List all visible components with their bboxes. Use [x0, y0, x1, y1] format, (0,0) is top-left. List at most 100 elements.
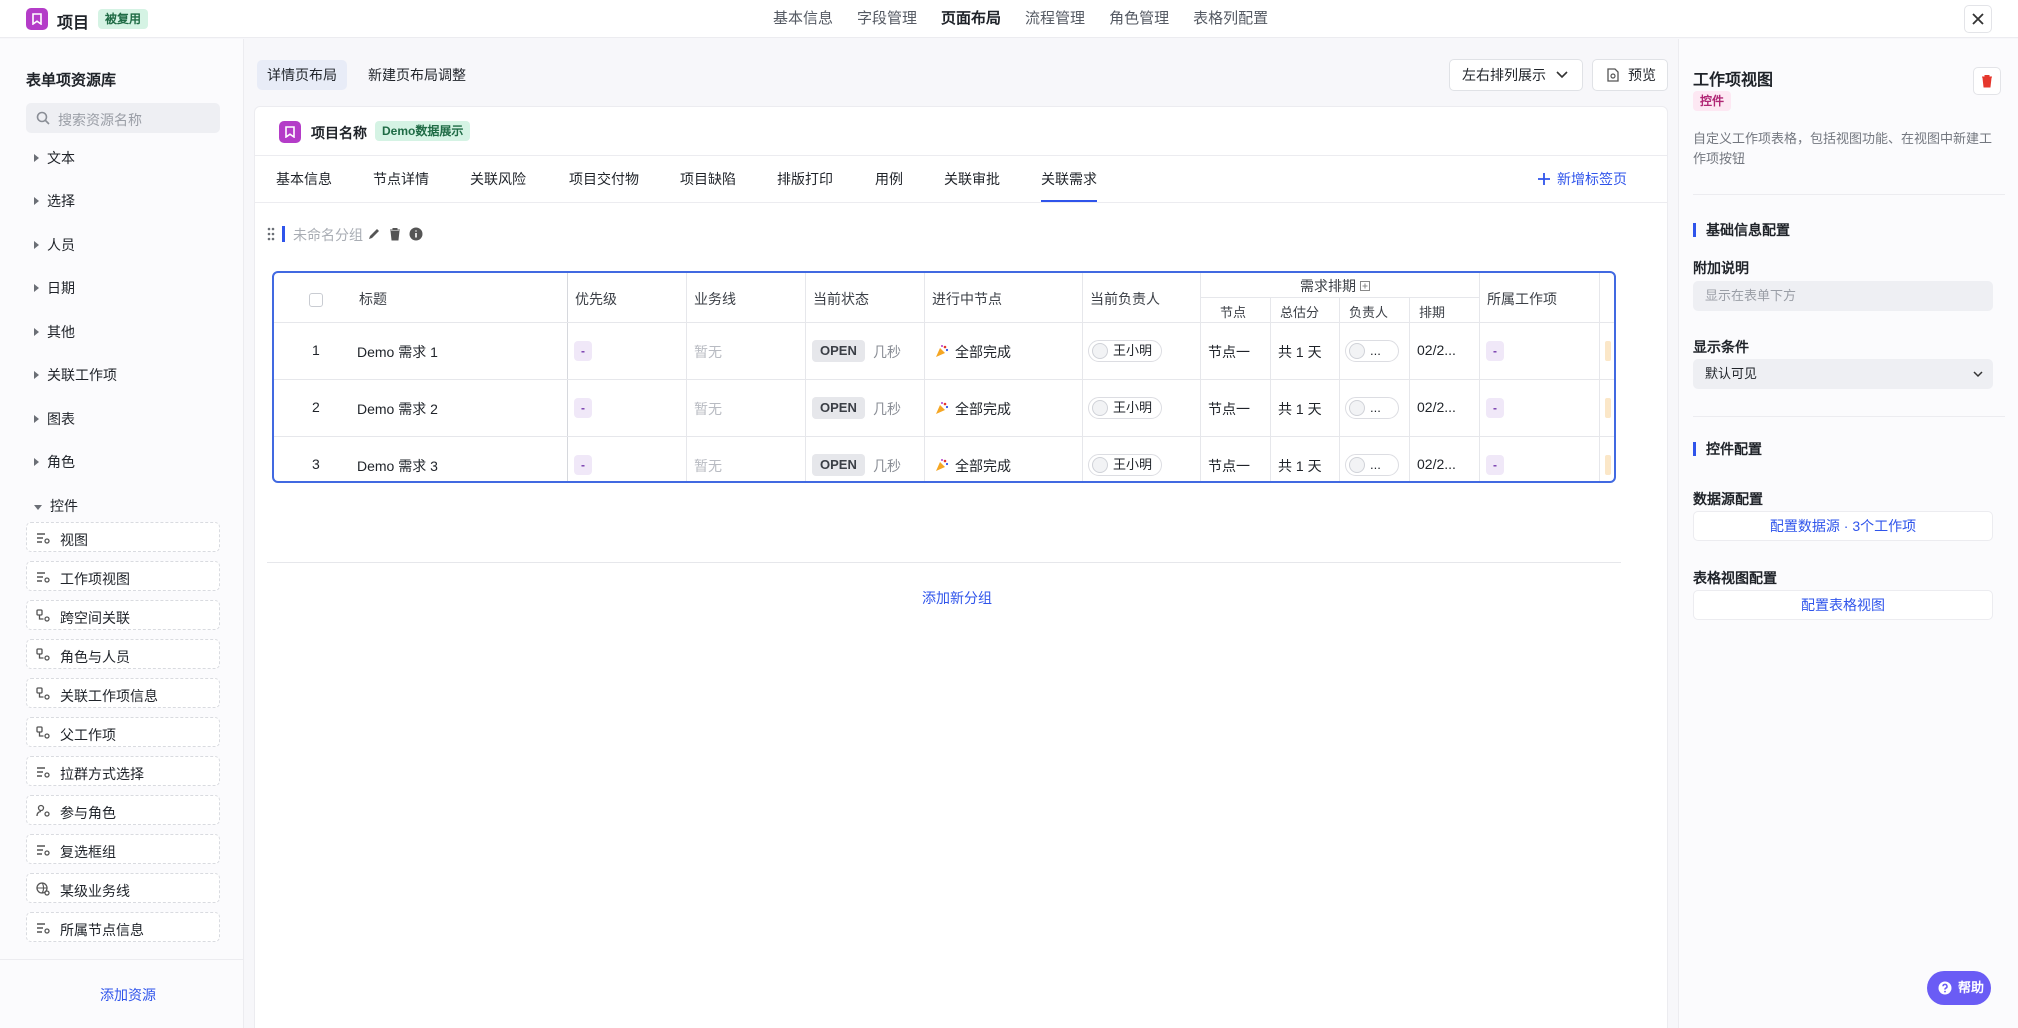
component-participant-role[interactable]: 参与角色: [26, 795, 220, 825]
note-label: 附加说明: [1693, 260, 1749, 276]
business-line-value: 暂无: [694, 344, 722, 360]
assignee-chip[interactable]: ...: [1345, 397, 1399, 419]
drag-handle-icon[interactable]: [267, 227, 275, 241]
tab-basic-info[interactable]: 基本信息: [276, 156, 332, 202]
tab-node-details[interactable]: 节点详情: [373, 156, 429, 202]
owner-chip[interactable]: 王小明: [1088, 454, 1162, 476]
component-checkbox-group[interactable]: 复选框组: [26, 834, 220, 864]
condition-label: 显示条件: [1693, 339, 1749, 355]
component-node-info[interactable]: 所属节点信息: [26, 912, 220, 942]
category-text[interactable]: 文本: [34, 148, 75, 168]
header-sub-node: 节点: [1220, 305, 1247, 320]
nav-process-management[interactable]: 流程管理: [1025, 0, 1085, 38]
sub-node-value: 节点一: [1208, 344, 1250, 360]
delete-button[interactable]: [1973, 67, 2001, 95]
component-group-method[interactable]: 拉群方式选择: [26, 756, 220, 786]
help-button[interactable]: 帮助: [1927, 971, 1991, 1005]
nav-basic-info[interactable]: 基本信息: [773, 0, 833, 38]
nav-field-management[interactable]: 字段管理: [857, 0, 917, 38]
tab-related-risk[interactable]: 关联风险: [470, 156, 526, 202]
new-tab-button[interactable]: 新增标签页: [1537, 156, 1627, 202]
info-icon[interactable]: [409, 227, 423, 241]
assignee-chip[interactable]: ...: [1345, 340, 1399, 362]
tableview-label: 表格视图配置: [1693, 570, 1777, 586]
note-input[interactable]: 显示在表单下方: [1693, 281, 1993, 311]
category-control[interactable]: 控件: [34, 496, 78, 516]
category-related-item[interactable]: 关联工作项: [34, 365, 117, 385]
caret-right-icon: [34, 197, 39, 205]
search-icon: [36, 111, 50, 125]
user-settings-icon: [36, 804, 50, 817]
tab-defects[interactable]: 项目缺陷: [680, 156, 736, 202]
group-name: 未命名分组: [293, 227, 363, 243]
business-line-value: 暂无: [694, 401, 722, 417]
select-all-checkbox[interactable]: [309, 293, 323, 307]
avatar: [1349, 457, 1365, 473]
status-duration: 几秒: [873, 344, 901, 360]
link-node-icon: [36, 687, 50, 700]
project-name-label: 项目名称: [311, 125, 367, 141]
assignee-chip[interactable]: ...: [1345, 454, 1399, 476]
configure-datasource-button[interactable]: 配置数据源 · 3个工作项: [1693, 511, 1993, 541]
component-parent-item[interactable]: 父工作项: [26, 717, 220, 747]
estimate-value: 共 1 天: [1278, 458, 1322, 474]
component-related-item-info[interactable]: 关联工作项信息: [26, 678, 220, 708]
category-date[interactable]: 日期: [34, 278, 75, 298]
item-view-table[interactable]: 标题 优先级 业务线 当前状态 进行中节点 当前负责人 需求排期 节点 总估分 …: [272, 271, 1616, 483]
close-button[interactable]: [1964, 5, 1992, 33]
priority-chip: -: [574, 341, 592, 361]
add-group-button[interactable]: 添加新分组: [922, 588, 992, 608]
tab-new-layout[interactable]: 新建页布局调整: [358, 60, 476, 90]
tab-related-approval[interactable]: 关联审批: [944, 156, 1000, 202]
expand-icon[interactable]: [1359, 281, 1370, 291]
preview-button[interactable]: 预览: [1592, 59, 1668, 91]
date-value: 02/2...: [1417, 456, 1456, 472]
link-node-icon: [36, 726, 50, 739]
category-person[interactable]: 人员: [34, 235, 75, 255]
nav-table-column-config[interactable]: 表格列配置: [1193, 0, 1268, 38]
overflow-chip: [1605, 455, 1611, 475]
component-business-line[interactable]: 某级业务线: [26, 873, 220, 903]
component-role-person[interactable]: 角色与人员: [26, 639, 220, 669]
pencil-icon[interactable]: [367, 227, 381, 241]
caret-right-icon: [34, 241, 39, 249]
row-index: 2: [312, 399, 320, 415]
datasource-label: 数据源配置: [1693, 491, 1763, 507]
component-item-view[interactable]: 工作项视图: [26, 561, 220, 591]
trash-icon[interactable]: [388, 227, 402, 241]
nav-page-layout[interactable]: 页面布局: [941, 0, 1001, 38]
row-title[interactable]: Demo 需求 1: [357, 342, 438, 362]
category-select[interactable]: 选择: [34, 191, 75, 211]
owner-chip[interactable]: 王小明: [1088, 397, 1162, 419]
sub-node-value: 节点一: [1208, 458, 1250, 474]
demo-badge: Demo数据展示: [375, 121, 471, 141]
condition-select[interactable]: 默认可见: [1693, 359, 1993, 389]
layout-select[interactable]: 左右排列展示: [1449, 59, 1583, 91]
category-other[interactable]: 其他: [34, 322, 75, 342]
avatar: [1349, 343, 1365, 359]
chevron-down-icon: [1973, 371, 1983, 378]
chevron-down-icon: [1556, 71, 1568, 79]
tab-print[interactable]: 排版打印: [777, 156, 833, 202]
row-title[interactable]: Demo 需求 2: [357, 399, 438, 419]
tab-detail-layout[interactable]: 详情页布局: [257, 60, 347, 90]
component-view[interactable]: 视图: [26, 522, 220, 552]
tab-deliverables[interactable]: 项目交付物: [569, 156, 639, 202]
close-icon: [1972, 13, 1984, 25]
tab-use-cases[interactable]: 用例: [875, 156, 903, 202]
search-input[interactable]: 搜索资源名称: [26, 103, 220, 133]
tab-related-requirements[interactable]: 关联需求: [1041, 156, 1097, 202]
add-resource-link[interactable]: 添加资源: [100, 985, 156, 1005]
row-title[interactable]: Demo 需求 3: [357, 456, 438, 476]
header-owner: 当前负责人: [1090, 291, 1160, 307]
globe-settings-icon: [36, 882, 50, 896]
configure-tableview-button[interactable]: 配置表格视图: [1693, 590, 1993, 620]
category-chart[interactable]: 图表: [34, 409, 75, 429]
link-node-icon: [36, 609, 50, 622]
component-cross-space[interactable]: 跨空间关联: [26, 600, 220, 630]
category-role[interactable]: 角色: [34, 452, 75, 472]
owner-chip[interactable]: 王小明: [1088, 340, 1162, 362]
group-divider: [267, 562, 1621, 563]
belong-item-chip: -: [1486, 341, 1504, 361]
nav-role-management[interactable]: 角色管理: [1109, 0, 1169, 38]
